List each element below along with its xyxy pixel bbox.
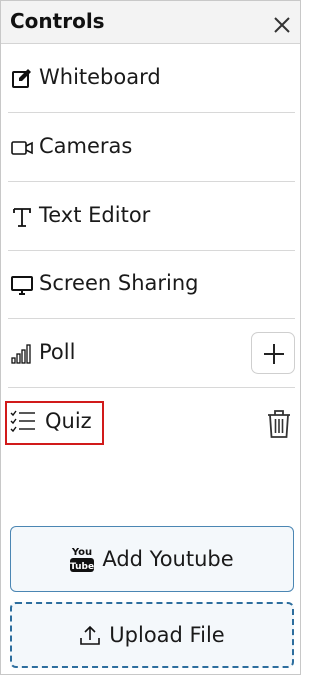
youtube-icon: You Tube — [70, 547, 95, 572]
control-item-label: Screen Sharing — [39, 271, 199, 295]
panel-header: Controls — [1, 1, 300, 44]
poll-icon — [11, 344, 31, 364]
checklist-icon — [10, 410, 35, 433]
control-item-screen-sharing[interactable]: Screen Sharing — [8, 251, 295, 319]
close-icon — [274, 17, 290, 33]
svg-text:You: You — [71, 547, 92, 558]
controls-panel: Controls Whiteboard Cameras Text Editor — [0, 0, 301, 675]
plus-icon — [264, 344, 284, 364]
delete-quiz-button[interactable] — [265, 409, 293, 439]
text-icon — [13, 208, 31, 227]
control-item-cameras[interactable]: Cameras — [8, 114, 295, 182]
close-button[interactable] — [271, 14, 293, 36]
add-youtube-label: Add Youtube — [102, 547, 234, 571]
upload-file-button[interactable]: Upload File — [10, 602, 294, 668]
upload-icon — [80, 625, 101, 645]
control-item-quiz[interactable]: Quiz — [5, 389, 295, 457]
monitor-icon — [11, 276, 33, 295]
control-item-poll[interactable]: Poll — [8, 320, 295, 388]
control-item-label: Whiteboard — [39, 65, 161, 89]
control-item-label: Text Editor — [39, 203, 151, 227]
control-item-label: Quiz — [45, 409, 92, 433]
panel-title: Controls — [10, 9, 105, 33]
control-item-label: Poll — [39, 340, 76, 364]
edit-icon — [12, 69, 31, 88]
control-item-label: Cameras — [39, 134, 133, 158]
camera-icon — [11, 141, 33, 155]
control-item-text-editor[interactable]: Text Editor — [8, 183, 295, 251]
add-youtube-button[interactable]: You Tube Add Youtube — [10, 526, 294, 592]
svg-text:Tube: Tube — [70, 562, 94, 572]
control-item-whiteboard[interactable]: Whiteboard — [8, 45, 295, 113]
add-poll-button[interactable] — [251, 332, 295, 374]
upload-file-label: Upload File — [109, 623, 225, 647]
trash-icon — [268, 410, 290, 438]
